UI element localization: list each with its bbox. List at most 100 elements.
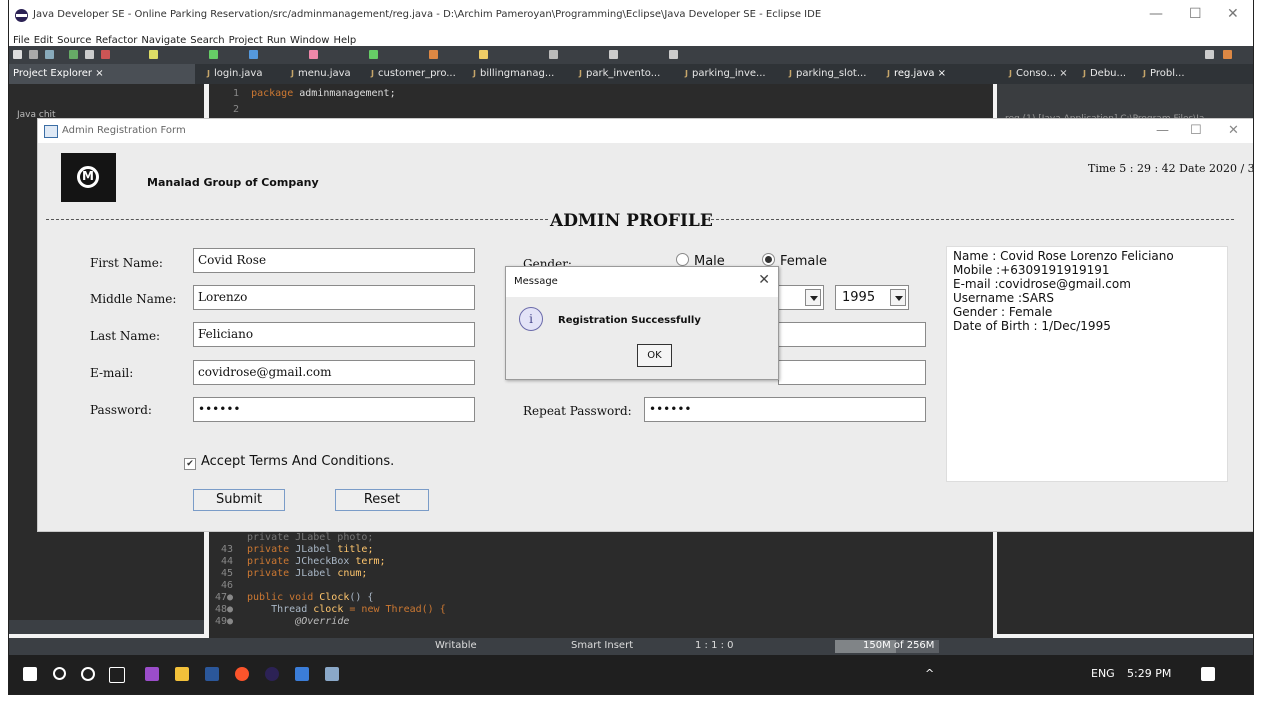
terms-checkbox[interactable]: ✔ Accept Terms And Conditions. xyxy=(184,454,394,470)
tab-problems[interactable]: Probl... xyxy=(1143,68,1185,79)
tab-menu-java[interactable]: menu.java xyxy=(291,68,351,79)
reset-button[interactable]: Reset xyxy=(335,489,429,511)
tray-language[interactable]: ENG xyxy=(1091,667,1115,680)
java-perspective-icon[interactable] xyxy=(1223,50,1232,59)
form-close-icon[interactable]: ✕ xyxy=(1228,123,1239,138)
eclipse-window-title: Java Developer SE - Online Parking Reser… xyxy=(33,9,822,20)
coverage-icon[interactable] xyxy=(309,50,318,59)
menu-source[interactable]: Source xyxy=(57,35,91,46)
menu-project[interactable]: Project xyxy=(229,35,263,46)
tab-park-inventory[interactable]: park_invento... xyxy=(579,68,660,79)
last-name-field[interactable]: Feliciano xyxy=(193,322,475,347)
search-tool-icon[interactable] xyxy=(549,50,558,59)
menu-refactor[interactable]: Refactor xyxy=(95,35,137,46)
horizontal-scrollbar[interactable] xyxy=(9,620,204,634)
code-line-44: 44 private JCheckBox term; xyxy=(220,556,386,567)
status-writable: Writable xyxy=(435,640,477,651)
menu-search[interactable]: Search xyxy=(190,35,224,46)
message-text: Registration Successfully xyxy=(558,315,701,326)
new-java-class-icon[interactable] xyxy=(429,50,438,59)
word-icon[interactable] xyxy=(205,667,219,681)
password-field[interactable]: •••••• xyxy=(193,397,475,422)
save-icon[interactable] xyxy=(29,50,38,59)
dialog-close-icon[interactable]: ✕ xyxy=(758,272,770,288)
tab-parking-inventory[interactable]: parking_inve... xyxy=(685,68,766,79)
company-name: Manalad Group of Company xyxy=(147,176,319,189)
menu-window[interactable]: Window xyxy=(290,35,329,46)
female-radio-icon xyxy=(762,253,775,266)
task-view-icon[interactable] xyxy=(109,667,125,683)
form-minimize-icon[interactable]: — xyxy=(1156,123,1169,138)
heap-status[interactable]: 150M of 256M xyxy=(835,640,939,653)
search-icon[interactable] xyxy=(53,667,66,680)
tray-chevron-icon[interactable]: ^ xyxy=(925,667,934,680)
tab-project-explorer[interactable]: Project Explorer × xyxy=(9,64,195,84)
first-name-label: First Name: xyxy=(90,256,163,270)
cortana-icon[interactable] xyxy=(81,667,95,681)
tab-login-java[interactable]: login.java xyxy=(207,68,263,79)
code-editor-bottom[interactable]: private JLabel photo; 43 private JLabel t… xyxy=(209,532,993,638)
maximize-icon[interactable]: ☐ xyxy=(1189,6,1202,22)
run-last-icon[interactable] xyxy=(369,50,378,59)
open-type-icon[interactable] xyxy=(479,50,488,59)
ok-button[interactable]: OK xyxy=(637,344,672,367)
birth-year-select[interactable]: 1995 xyxy=(835,285,909,310)
step-icon[interactable] xyxy=(149,50,158,59)
tab-console[interactable]: Conso... × xyxy=(1009,68,1068,79)
tab-customer-profile[interactable]: customer_pro... xyxy=(371,68,456,79)
code-line-49: 49● @Override xyxy=(214,616,350,627)
brave-browser-icon[interactable] xyxy=(235,667,249,681)
menu-run[interactable]: Run xyxy=(267,35,286,46)
close-icon[interactable]: ✕ xyxy=(1227,6,1239,22)
tab-project-explorer-label: Project Explorer × xyxy=(13,68,104,79)
birth-month-select[interactable] xyxy=(778,285,824,310)
tab-debug[interactable]: Debu... xyxy=(1083,68,1126,79)
perspective-icon[interactable] xyxy=(1205,50,1214,59)
code-line-46: 46 xyxy=(220,580,233,591)
tray-clock[interactable]: 5:29 PM xyxy=(1127,667,1171,680)
tab-parking-slot[interactable]: parking_slot... xyxy=(789,68,866,79)
status-cursor-position: 1 : 1 : 0 xyxy=(695,640,734,651)
middle-name-label: Middle Name: xyxy=(90,292,177,306)
first-name-field[interactable]: Covid Rose xyxy=(193,248,475,273)
heading-divider-left xyxy=(46,219,548,220)
menu-file[interactable]: File xyxy=(13,35,30,46)
menu-navigate[interactable]: Navigate xyxy=(141,35,186,46)
tab-billing-management[interactable]: billingmanag... xyxy=(473,68,554,79)
minimize-icon[interactable]: — xyxy=(1149,6,1163,22)
email-field[interactable]: covidrose@gmail.com xyxy=(193,360,475,385)
xd-app-icon[interactable] xyxy=(145,667,159,681)
repeat-password-field[interactable]: •••••• xyxy=(644,397,926,422)
heap-status-label: 150M of 256M xyxy=(863,640,935,651)
middle-name-field[interactable]: Lorenzo xyxy=(193,285,475,310)
information-icon: i xyxy=(519,307,543,331)
java-app-taskbar-icon[interactable] xyxy=(325,667,339,681)
print-icon[interactable] xyxy=(45,50,54,59)
notification-icon[interactable] xyxy=(1201,667,1215,681)
file-explorer-icon[interactable] xyxy=(175,667,189,681)
form-maximize-icon[interactable]: ☐ xyxy=(1190,123,1202,138)
menu-edit[interactable]: Edit xyxy=(34,35,53,46)
new-icon[interactable] xyxy=(13,50,22,59)
terminate-icon[interactable] xyxy=(101,50,110,59)
forward-icon[interactable] xyxy=(669,50,678,59)
skip-icon[interactable] xyxy=(85,50,94,59)
screen: Java Developer SE - Online Parking Reser… xyxy=(8,0,1254,695)
mobile-field[interactable] xyxy=(778,322,926,347)
date-time-label: Time 5 : 29 : 42 Date 2020 / 3 / 1 xyxy=(1088,162,1254,175)
store-icon[interactable] xyxy=(295,667,309,681)
tab-reg-java[interactable]: reg.java × xyxy=(887,68,946,79)
summary-email: E-mail :covidrose@gmail.com xyxy=(953,277,1131,291)
debug-icon[interactable] xyxy=(69,50,78,59)
windows-start-icon[interactable] xyxy=(23,667,37,681)
eclipse-taskbar-icon[interactable] xyxy=(265,667,279,681)
email-label: E-mail: xyxy=(90,366,134,380)
external-tools-icon[interactable] xyxy=(249,50,258,59)
summary-birth-date: Date of Birth : 1/Dec/1995 xyxy=(953,319,1111,333)
menu-help[interactable]: Help xyxy=(333,35,356,46)
run-icon[interactable] xyxy=(209,50,218,59)
back-icon[interactable] xyxy=(609,50,618,59)
submit-button[interactable]: Submit xyxy=(193,489,285,511)
summary-mobile: Mobile :+6309191919191 xyxy=(953,263,1110,277)
username-field[interactable] xyxy=(778,360,926,385)
